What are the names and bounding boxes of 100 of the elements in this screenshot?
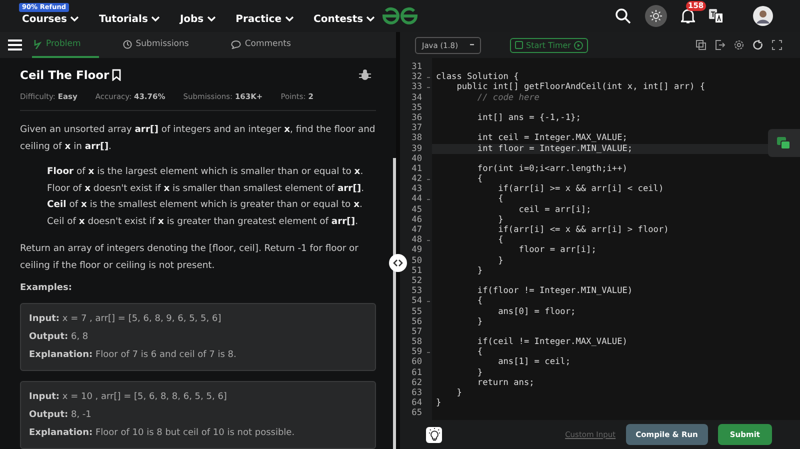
nav-menu-item[interactable]: Contests: [314, 14, 376, 24]
tab[interactable]: Submissions: [120, 32, 207, 58]
square-icon: [515, 41, 523, 49]
line-number: 47: [410, 225, 423, 236]
translate-icon[interactable]: [709, 9, 723, 23]
nav-menu-item[interactable]: Courses: [22, 14, 79, 24]
example-line: Output: 6, 8: [29, 331, 90, 344]
code-line: return ans;: [476, 378, 534, 388]
line-number: 53: [410, 286, 423, 296]
bug-icon[interactable]: [359, 69, 371, 81]
code-line: {: [476, 296, 483, 307]
tab[interactable]: Problem: [32, 32, 99, 58]
reset-icon[interactable]: [753, 40, 763, 50]
line-number: 57: [410, 326, 423, 338]
line-number: 52: [410, 276, 423, 286]
code-line: int ceil = Integer.MAX_VALUE;: [476, 133, 628, 144]
theme-toggle-button[interactable]: [645, 5, 667, 27]
code-icon: [34, 40, 42, 48]
chevron-down-icon: [70, 16, 79, 22]
nav-menu-item[interactable]: Tutorials: [98, 14, 160, 24]
nav-menu-item[interactable]: Practice: [236, 14, 294, 24]
code-line: class Solution {: [435, 72, 519, 82]
avatar[interactable]: [753, 6, 773, 26]
line-number: 64: [410, 398, 423, 408]
code-line: ceil = arr[i];: [518, 204, 592, 215]
code-line: }: [476, 316, 483, 327]
example-line: Input: x = 7 , arr[] = [5, 6, 8, 9, 6, 5, 5, 6]: [29, 313, 222, 326]
code-line: // code here: [476, 92, 540, 103]
line-number: 33: [410, 82, 423, 93]
code-line: }: [456, 388, 462, 398]
fullscreen-icon[interactable]: [772, 40, 782, 50]
settings-icon[interactable]: [734, 40, 744, 50]
export-icon[interactable]: [715, 40, 725, 50]
line-number: 43: [410, 184, 423, 194]
example-line: Explanation: Floor of 10 is 8 but ceil of 10 is not possible.: [29, 427, 296, 440]
example-line: Input: x = 10 , arr[] = [5, 6, 8, 8, 6, 5, 5, 6]: [29, 391, 228, 404]
definition-line: Floor of x is the largest element which is smaller than or equal to x.: [47, 165, 364, 179]
code-line: int[] ans = {-1,-1};: [476, 112, 581, 124]
hint-button[interactable]: [426, 426, 442, 442]
chat-button[interactable]: [768, 129, 800, 157]
line-number: 49: [410, 245, 423, 256]
code-line: floor = arr[i];: [518, 245, 596, 256]
line-number: 40: [410, 154, 423, 164]
start-timer-button[interactable]: Start Timer: [510, 38, 588, 52]
line-number: 63: [410, 388, 423, 398]
bell-icon[interactable]: [681, 8, 695, 24]
chevron-down-icon: [206, 16, 216, 22]
problem-description: Given an unsorted array arr[] of integers and an integer x, find the floor and ceiling of x in arr[].: [20, 123, 376, 154]
play-icon: [574, 40, 583, 50]
line-number: 54: [410, 296, 423, 307]
nav-menu-item[interactable]: Jobs: [180, 14, 216, 24]
code-line: for(int i=0;i<arr.length;i++): [476, 164, 628, 174]
copy-icon[interactable]: [696, 40, 706, 50]
line-number: 35: [410, 102, 423, 113]
code-line: if(arr[i] <= x && arr[i] > floor): [497, 225, 669, 236]
code-line: }: [497, 214, 504, 226]
code-line: ans[1] = ceil;: [497, 357, 571, 368]
chevron-down-icon: [366, 16, 376, 22]
tab[interactable]: Comments: [228, 32, 309, 58]
code-line: {: [476, 174, 483, 184]
line-number: 39: [410, 144, 423, 154]
bookmark-icon[interactable]: [112, 69, 122, 81]
line-number: 37: [410, 123, 423, 134]
line-number: 50: [410, 256, 423, 266]
line-number: 60: [410, 357, 423, 368]
bulb-icon: [428, 428, 440, 441]
chat-icon: [777, 136, 791, 150]
line-number: 55: [410, 306, 423, 317]
code-line: {: [497, 235, 504, 246]
code-line: {: [476, 347, 483, 358]
line-number: 58: [410, 337, 423, 348]
problem-title: Ceil The Floor: [20, 68, 110, 82]
line-number: 42: [410, 174, 423, 184]
logo-icon[interactable]: [380, 5, 420, 27]
code-line: }: [476, 266, 483, 276]
line-number: 56: [410, 316, 423, 327]
line-number: 45: [410, 204, 423, 215]
line-number: 48: [410, 235, 423, 246]
arrows-icon: [393, 259, 403, 267]
sun-icon: [650, 10, 662, 22]
code-line: public int[] getFloorAndCeil(int x, int[] arr) {: [456, 82, 706, 93]
code-line: }: [497, 256, 504, 266]
code-line: if(arr[i] >= x && arr[i] < ceil): [497, 184, 664, 194]
chevron-down-icon: [150, 16, 160, 22]
return-description: Return an array of integers denoting the [floor, ceil]. Return -1 for floor or ceiling if the floor or ceiling is not present.: [20, 242, 360, 273]
code-line: }: [435, 398, 442, 408]
line-number: 46: [410, 214, 423, 226]
clock-icon: [122, 40, 132, 48]
line-number: 32: [410, 72, 423, 82]
code-line: if(floor != Integer.MIN_VALUE): [476, 286, 633, 296]
definition-line: Ceil of x is the smallest element which is greater than or equal to x.: [47, 198, 364, 212]
search-icon[interactable]: [615, 8, 631, 24]
line-number: 36: [410, 112, 423, 124]
line-number: 41: [410, 164, 423, 174]
chevron-down-icon: [284, 16, 294, 22]
caret-icon: [470, 44, 474, 46]
line-number: 62: [410, 378, 423, 388]
comment-icon: [230, 40, 241, 48]
menu-icon[interactable]: [8, 39, 22, 51]
line-number: 44: [410, 194, 423, 205]
